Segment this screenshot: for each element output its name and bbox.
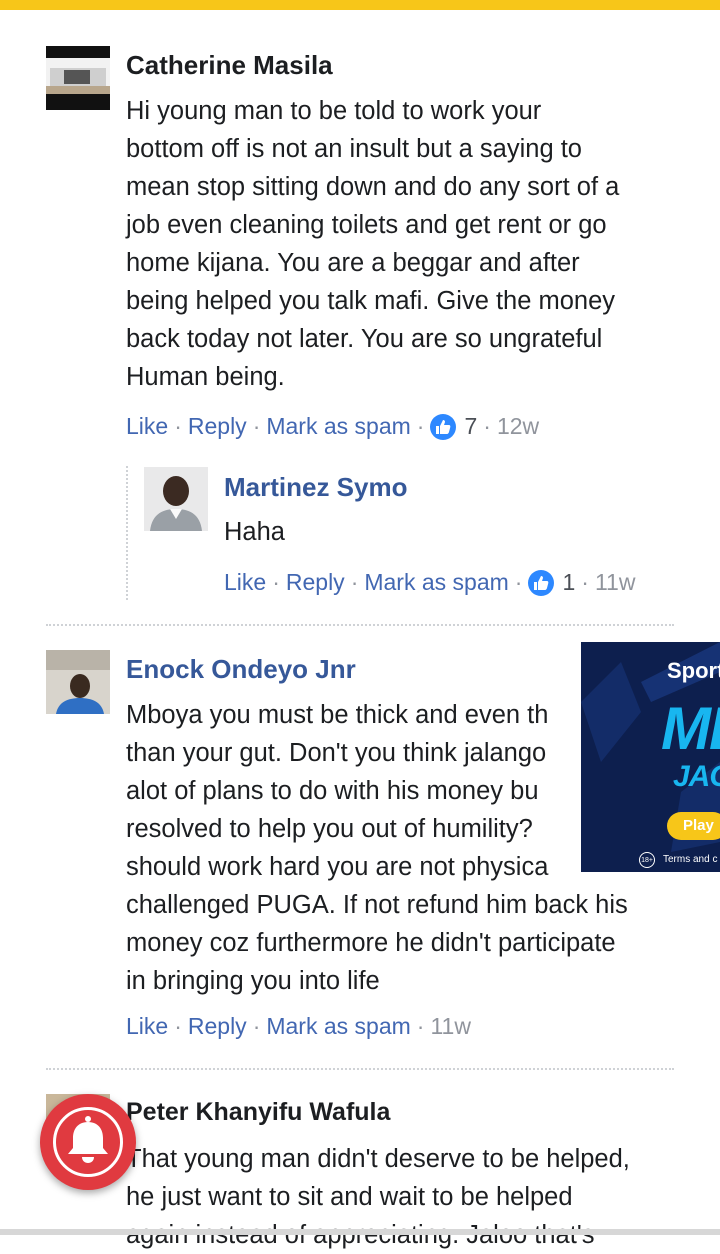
top-accent-bar (0, 0, 720, 10)
comment-text-line: mean stop sitting down and do any sort o… (126, 173, 620, 201)
comment-body: Mboya you must be thick and even th than… (126, 696, 628, 1000)
timestamp[interactable]: 12w (497, 413, 539, 440)
comment-text-line: Hi young man to be told to work your (126, 97, 542, 125)
ad-banner[interactable]: Sport ME JACK Play 18+ Terms and c (581, 642, 720, 872)
comment-text-line: Mboya you must be thick and even th (126, 701, 549, 729)
comment-text-line: again instead of appreciating. Jaloo tha… (126, 1221, 595, 1249)
ad-terms-text: Terms and c (663, 854, 718, 865)
reaction-count[interactable]: 7 (464, 413, 477, 440)
comment-text-line: That young man didn't deserve to be help… (126, 1145, 630, 1173)
mark-as-spam-link[interactable]: Mark as spam (364, 569, 508, 596)
ad-headline: ME (661, 695, 720, 762)
comment-text-line: Human being. (126, 363, 285, 391)
comment-actions: Like · Reply · Mark as spam · 11w (126, 1013, 471, 1040)
comment-text-line: challenged PUGA. If not refund him back … (126, 891, 628, 919)
separator: · (174, 1013, 182, 1039)
separator: · (252, 1013, 261, 1039)
comment-text-line: alot of plans to do with his money bu (126, 777, 539, 805)
separator: · (174, 413, 182, 439)
comment-text-line: Haha (224, 518, 285, 546)
separator: · (272, 569, 280, 595)
bell-icon (68, 1116, 108, 1163)
bottom-edge (0, 1229, 720, 1235)
separator: · (483, 413, 491, 439)
thumbs-up-icon[interactable] (528, 569, 555, 596)
comment-actions: Like · Reply · Mark as spam · 7 · 12w (126, 413, 539, 440)
timestamp[interactable]: 11w (595, 569, 636, 596)
comment-body: That young man didn't deserve to be help… (126, 1140, 630, 1254)
reply-link[interactable]: Reply (286, 569, 345, 596)
like-link[interactable]: Like (224, 569, 266, 596)
timestamp[interactable]: 11w (430, 1013, 471, 1040)
mark-as-spam-link[interactable]: Mark as spam (266, 413, 410, 440)
separator: · (252, 413, 261, 439)
comment-text-line: back today not later. You are so ungrate… (126, 325, 603, 353)
age-badge-icon: 18+ (639, 852, 655, 868)
separator: · (581, 569, 589, 595)
comment-author[interactable]: Enock Ondeyo Jnr (126, 654, 356, 685)
separator: · (514, 569, 523, 595)
reply-link[interactable]: Reply (188, 1013, 247, 1040)
comment-body: Haha (224, 513, 285, 551)
separator: · (416, 413, 425, 439)
comment-text-line: in bringing you into life (126, 967, 380, 995)
comment-text-line: home kijana. You are a beggar and after (126, 249, 580, 277)
comment-text-line: resolved to help you out of humility? (126, 815, 533, 843)
comment-text-line: he just want to sit and wait to be helpe… (126, 1183, 573, 1211)
comment-text-line: being helped you talk mafi. Give the mon… (126, 287, 616, 315)
like-link[interactable]: Like (126, 1013, 168, 1040)
reaction-count[interactable]: 1 (562, 569, 575, 596)
reply-thread-line (126, 466, 128, 600)
reply-link[interactable]: Reply (188, 413, 247, 440)
comment-divider (46, 1068, 674, 1070)
thumbs-up-icon[interactable] (430, 413, 457, 440)
ad-headline-2: JACK (673, 760, 720, 793)
comment-text-line: bottom off is not an insult but a saying… (126, 135, 582, 163)
avatar[interactable] (46, 46, 110, 110)
avatar[interactable] (144, 467, 208, 531)
comment-text-line: should work hard you are not physica (126, 853, 549, 881)
comment-author[interactable]: Catherine Masila (126, 50, 333, 81)
comment-text-line: job even cleaning toilets and get rent o… (126, 211, 607, 239)
ad-play-button[interactable]: Play (667, 812, 720, 840)
comment-author[interactable]: Martinez Symo (224, 472, 408, 503)
comment-divider (46, 624, 674, 626)
mark-as-spam-link[interactable]: Mark as spam (266, 1013, 410, 1040)
comment-text-line: money coz furthermore he didn't particip… (126, 929, 616, 957)
like-link[interactable]: Like (126, 413, 168, 440)
ad-brand-text: Sport (667, 658, 720, 683)
separator: · (416, 1013, 425, 1039)
comment-actions: Like · Reply · Mark as spam · 1 · 11w (224, 569, 635, 596)
comment-text-line: than your gut. Don't you think jalango (126, 739, 547, 767)
comment-author[interactable]: Peter Khanyifu Wafula (126, 1098, 390, 1127)
comment-body: Hi young man to be told to work your bot… (126, 92, 619, 396)
separator: · (350, 569, 359, 595)
notification-bell-button[interactable] (40, 1094, 136, 1190)
avatar[interactable] (46, 650, 110, 714)
